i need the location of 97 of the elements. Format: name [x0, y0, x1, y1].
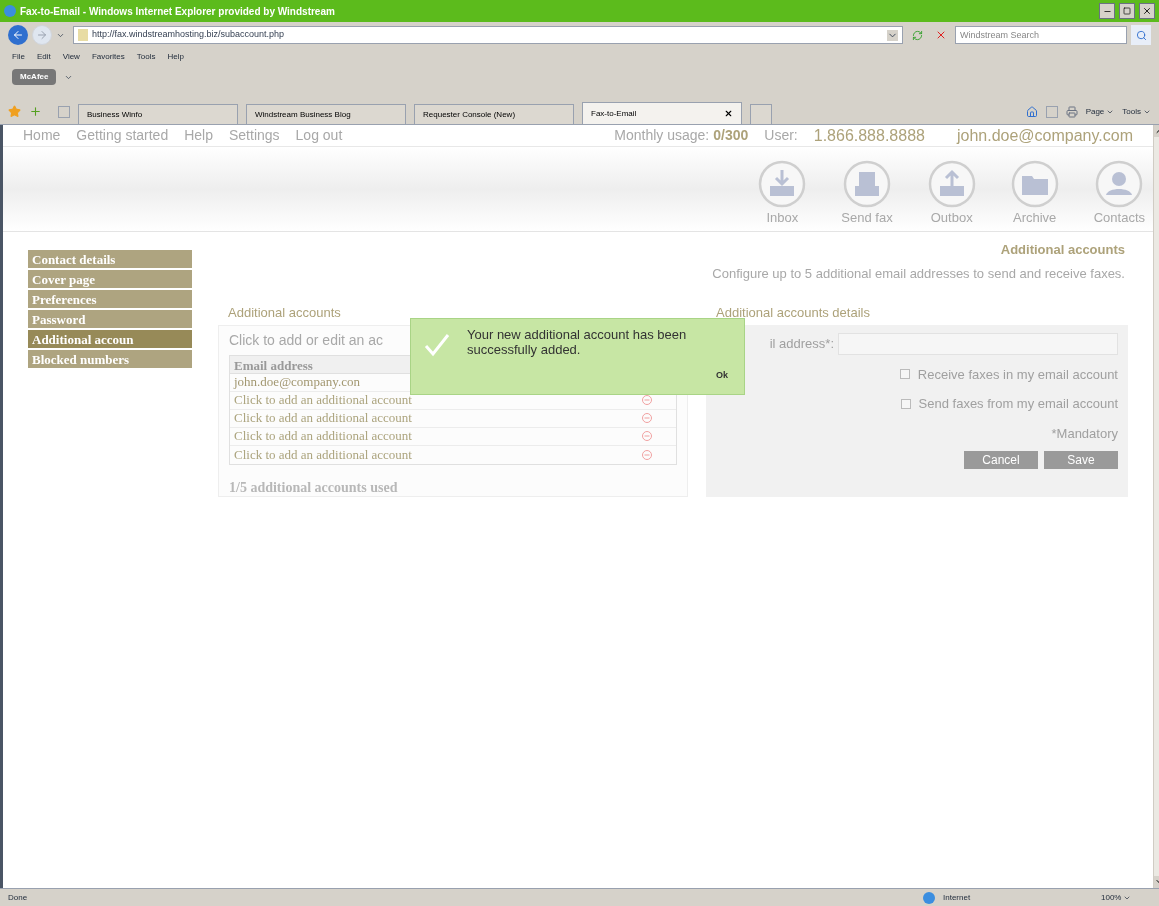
close-button[interactable] — [1139, 3, 1155, 19]
table-cell[interactable]: john.doe@company.con — [234, 372, 360, 392]
folder-icon — [1010, 159, 1059, 208]
print-icon[interactable] — [1065, 106, 1078, 118]
menu-item[interactable]: Tools — [136, 51, 156, 63]
hint-text: Click to add or edit an ac — [229, 330, 384, 350]
remove-icon[interactable] — [642, 431, 652, 441]
close-tab-icon[interactable] — [724, 109, 733, 118]
app-icon-label[interactable]: Outbox — [930, 207, 973, 227]
nav-link[interactable]: Log out — [295, 125, 343, 146]
feed-icon[interactable] — [1045, 106, 1058, 118]
search-field[interactable]: Windstream Search — [955, 26, 1127, 44]
user-email: john.doe@company.com — [956, 125, 1133, 146]
check-icon — [423, 331, 451, 359]
table-cell[interactable]: Click to add an additional account — [234, 390, 412, 410]
app-icon-label[interactable]: Inbox — [766, 207, 799, 227]
browser-tab[interactable]: Windstream Business Blog — [246, 104, 406, 124]
globe-icon — [923, 891, 935, 904]
dropdown-icon[interactable] — [887, 29, 898, 41]
remove-icon[interactable] — [642, 413, 652, 423]
table-cell[interactable]: Click to add an additional account — [234, 444, 412, 465]
window-title: Fax-to-Email - Windows Internet Explorer provided by Windstream — [20, 4, 336, 19]
sidebar-item[interactable]: Preferences — [28, 290, 192, 308]
caret-icon — [1143, 108, 1151, 116]
menu-item[interactable]: File — [12, 51, 25, 63]
menu-item[interactable]: View — [62, 51, 80, 63]
menu-item[interactable]: Favorites — [91, 51, 125, 63]
grid-icon[interactable] — [58, 106, 70, 118]
star-icon[interactable] — [8, 105, 21, 118]
browser-tab[interactable]: Fax-to-Email — [582, 102, 742, 124]
sidebar-item[interactable]: Additional accoun — [28, 330, 192, 348]
back-button[interactable] — [8, 25, 28, 45]
command-button[interactable]: Page — [1085, 106, 1115, 118]
email-label: il address*: — [769, 334, 834, 353]
arrow-right-icon — [36, 29, 48, 41]
app-icon-label[interactable]: Send fax — [841, 207, 893, 227]
section-heading: Additional accounts details — [716, 304, 871, 322]
form-button[interactable]: Cancel — [964, 451, 1038, 469]
inbox-icon — [758, 159, 807, 208]
checkbox[interactable] — [900, 398, 911, 409]
usage-label: Monthly usage: — [614, 126, 710, 145]
page-icon — [78, 29, 88, 41]
app-icon-label[interactable]: Contacts — [1093, 207, 1145, 227]
page-title: Additional accounts — [1000, 241, 1125, 259]
search-button[interactable] — [1131, 25, 1151, 45]
browser-tab[interactable]: Requester Console (New) — [414, 104, 574, 124]
checkbox[interactable] — [899, 369, 910, 380]
nav-link[interactable]: Getting started — [76, 125, 169, 146]
checkbox-label: Send faxes from my email account — [918, 395, 1118, 413]
ok-button[interactable]: Ok — [716, 369, 728, 383]
table-cell[interactable]: Click to add an additional account — [234, 426, 412, 446]
menu-item[interactable]: Edit — [36, 51, 51, 63]
remove-icon[interactable] — [642, 449, 652, 460]
forward-button[interactable] — [32, 25, 52, 45]
close-icon — [935, 29, 947, 41]
section-heading: Additional accounts — [228, 304, 342, 322]
page-subtitle: Configure up to 5 additional email addresses to send and receive faxes. — [712, 264, 1125, 283]
arrow-left-icon — [12, 29, 24, 41]
person-icon — [1095, 159, 1144, 208]
app-icon-label[interactable]: Archive — [1013, 207, 1057, 227]
popup-message: Your new additional account has been successfully added. — [467, 327, 688, 357]
search-icon — [1135, 29, 1147, 41]
zone-text: Internet — [943, 891, 972, 904]
outbox-icon — [927, 159, 976, 208]
status-text: Done — [8, 891, 29, 904]
new-tab[interactable] — [750, 104, 772, 124]
caret-icon — [1106, 108, 1115, 116]
checkbox-label: Receive faxes in my email account — [917, 365, 1118, 384]
address-field[interactable]: http://fax.windstreamhosting.biz/subaccount.php — [73, 26, 903, 44]
user-label: User: — [764, 126, 798, 145]
sidebar-item[interactable]: Password — [28, 310, 192, 328]
mcafee-button[interactable]: McAfee — [12, 69, 57, 85]
close-icon — [1142, 6, 1152, 16]
menu-item[interactable]: Help — [167, 51, 184, 63]
remove-icon[interactable] — [642, 395, 652, 405]
nav-link[interactable]: Home — [23, 125, 61, 146]
usage-count: 0/300 — [713, 126, 749, 145]
table-cell[interactable]: Click to add an additional account — [234, 408, 412, 428]
sidebar-item[interactable]: Contact details — [28, 250, 192, 268]
refresh-icon — [911, 29, 923, 41]
zoom-button[interactable]: 100% — [1101, 891, 1151, 904]
sidebar-item[interactable]: Cover page — [28, 270, 192, 288]
form-button[interactable]: Save — [1044, 451, 1118, 469]
home-icon[interactable] — [1025, 106, 1038, 118]
browser-tab[interactable]: Business Winfo — [78, 104, 238, 124]
command-button[interactable]: Tools — [1122, 106, 1151, 118]
minimize-button[interactable] — [1099, 3, 1115, 19]
fax-machine-icon — [843, 159, 891, 208]
add-favorite-icon[interactable] — [29, 105, 42, 118]
user-phone: 1.866.888.8888 — [813, 125, 925, 146]
mandatory-note: *Mandatory — [1051, 424, 1118, 443]
usage-summary: 1/5 additional accounts used — [229, 478, 399, 497]
sidebar-item[interactable]: Blocked numbers — [28, 350, 192, 368]
browser-icon — [4, 5, 16, 17]
nav-link[interactable]: Settings — [229, 125, 280, 146]
maximize-icon — [1123, 7, 1131, 15]
nav-link[interactable]: Help — [184, 125, 213, 146]
